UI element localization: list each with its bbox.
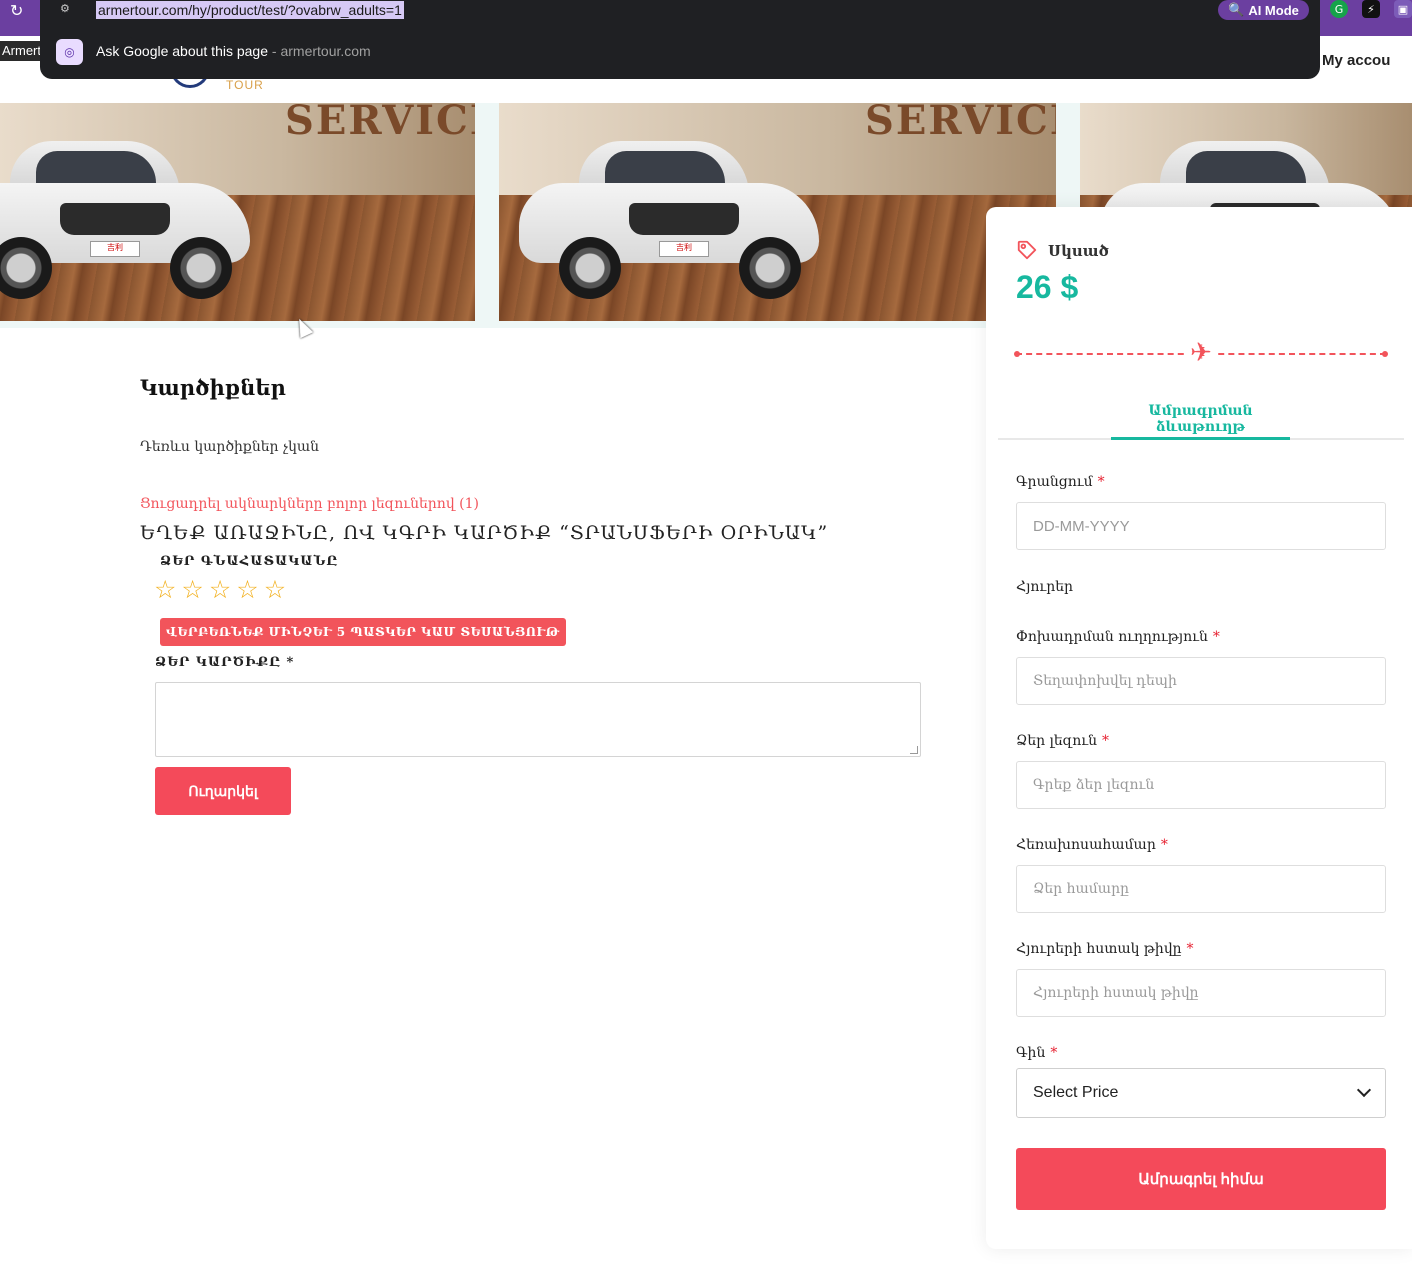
route-divider: ✈ [1014,339,1388,367]
price-tag-icon [1017,240,1037,260]
route-start-dot [1014,351,1020,357]
tab-title[interactable]: Armerto [0,41,40,61]
star-icon[interactable]: ☆ [181,576,203,604]
banner-text: SERVICI [865,103,1056,144]
price-select-value: Select Price [1033,1084,1119,1101]
from-label: Սկսած [1048,242,1109,260]
star-icon[interactable]: ☆ [236,576,258,604]
car-image: 吉利 [509,133,829,303]
extensions-area: G ⚡ ▣ [1330,0,1412,20]
ai-search-icon: 🔍 [1228,2,1245,17]
reviews-title: Կարծիքներ [140,375,286,400]
direction-label: Փոխադրման ուղղություն * [1016,629,1220,645]
suggestion-label: Ask Google about this page [96,43,269,59]
chevron-down-icon [1356,1082,1372,1098]
language-label: Ձեր լեզուն * [1016,733,1110,749]
booking-panel: Սկսած 26 $ ✈ Ամրագրման ձևաթուղթ Գրանցում… [986,207,1412,1249]
price-select[interactable]: Select Price [1016,1068,1386,1118]
guest-count-label: Հյուրերի հստակ թիվը * [1016,941,1194,957]
resize-handle[interactable] [910,746,918,754]
show-all-languages-link[interactable]: Ցուցադրել ակնարկները բոլոր լեզուներով (1… [140,496,479,512]
submit-review-button[interactable]: Ուղարկել [155,767,291,815]
star-rating[interactable]: ☆ ☆ ☆ ☆ ☆ [154,576,286,604]
car-image: 吉利 [0,133,260,303]
bolt-extension-icon[interactable]: ⚡ [1362,0,1380,18]
ai-mode-button[interactable]: 🔍 AI Mode [1218,0,1309,20]
site-info-icon[interactable]: ⚙ [60,2,78,16]
guest-count-input[interactable]: Հյուրերի հստակ թիվը [1016,969,1386,1017]
book-now-button[interactable]: Ամրագրել հիմա [1016,1148,1386,1210]
star-icon[interactable]: ☆ [264,576,286,604]
extension-icon[interactable]: ▣ [1394,0,1412,18]
rating-label: ՁԵՐ ԳՆԱՀԱՏԱԿԱՆԸ [160,554,339,569]
guests-label: Հյուրեր [1016,579,1074,595]
star-icon[interactable]: ☆ [209,576,231,604]
language-input[interactable]: Գրեք ձեր լեզուն [1016,761,1386,809]
gallery-image[interactable]: SERVICI 吉利 [499,103,1056,321]
comment-textarea[interactable] [155,682,921,757]
url-row[interactable]: ⚙ armertour.com/hy/product/test/?ovabrw_… [40,0,1320,22]
my-account-link[interactable]: My accou [1322,52,1390,69]
grammarly-extension-icon[interactable]: G [1330,0,1348,18]
be-first-heading: ԵՂԵՔ ԱՌԱՋԻՆԸ, ՈՎ ԿԳՐԻ ԿԱՐԾԻՔ “ՏՐԱՆՍՖԵՐԻ … [140,522,829,544]
phone-label: Հեռախոսահամար * [1016,837,1168,853]
ai-mode-label: AI Mode [1248,2,1299,18]
price-select-label: Գին * [1016,1045,1058,1061]
reload-icon[interactable]: ↻ [10,1,30,20]
comment-label: ՁԵՐ ԿԱՐԾԻՔԸ * [155,655,295,670]
route-end-dot [1382,351,1388,357]
ask-google-suggestion[interactable]: ◎ Ask Google about this page - armertour… [40,36,1320,68]
omnibox-dropdown: ⚙ armertour.com/hy/product/test/?ovabrw_… [40,0,1320,79]
lens-icon: ◎ [56,39,83,65]
star-icon[interactable]: ☆ [154,576,176,604]
no-reviews-text: Դեռևս կարծիքներ չկան [140,439,320,455]
car-plate: 吉利 [90,241,140,257]
gallery-image[interactable]: SERVICI 吉利 [0,103,475,321]
phone-input[interactable]: Ձեր համարը [1016,865,1386,913]
airplane-icon: ✈ [1186,339,1216,367]
checkin-date-input[interactable]: DD-MM-YYYY [1016,502,1386,550]
suggestion-text: Ask Google about this page - armertour.c… [96,43,371,59]
checkin-label: Գրանցում * [1016,474,1105,490]
page-root: ↻ G ⚡ ▣ Armerto ⚙ armertour.com/hy/produ… [0,0,1412,1266]
car-plate: 吉利 [659,241,709,257]
banner-text: SERVICI [285,103,475,144]
direction-input[interactable]: Տեղափոխվել դեպի [1016,657,1386,705]
upload-media-button[interactable]: ՎԵՐԲԵՌՆԵՔ ՄԻՆՉԵՒ 5 ՊԱՏԿԵՐ ԿԱՄ ՏԵՍԱՆՅՈՒԹ [160,618,566,646]
logo-text: TOUR [226,78,264,92]
tab-booking-form[interactable]: Ամրագրման ձևաթուղթ [1111,403,1290,440]
url-field[interactable]: armertour.com/hy/product/test/?ovabrw_ad… [96,1,404,19]
price-value: 26 $ [1016,269,1079,305]
suggestion-domain: armertour.com [280,43,371,59]
site-logo[interactable]: TOUR [170,68,270,102]
